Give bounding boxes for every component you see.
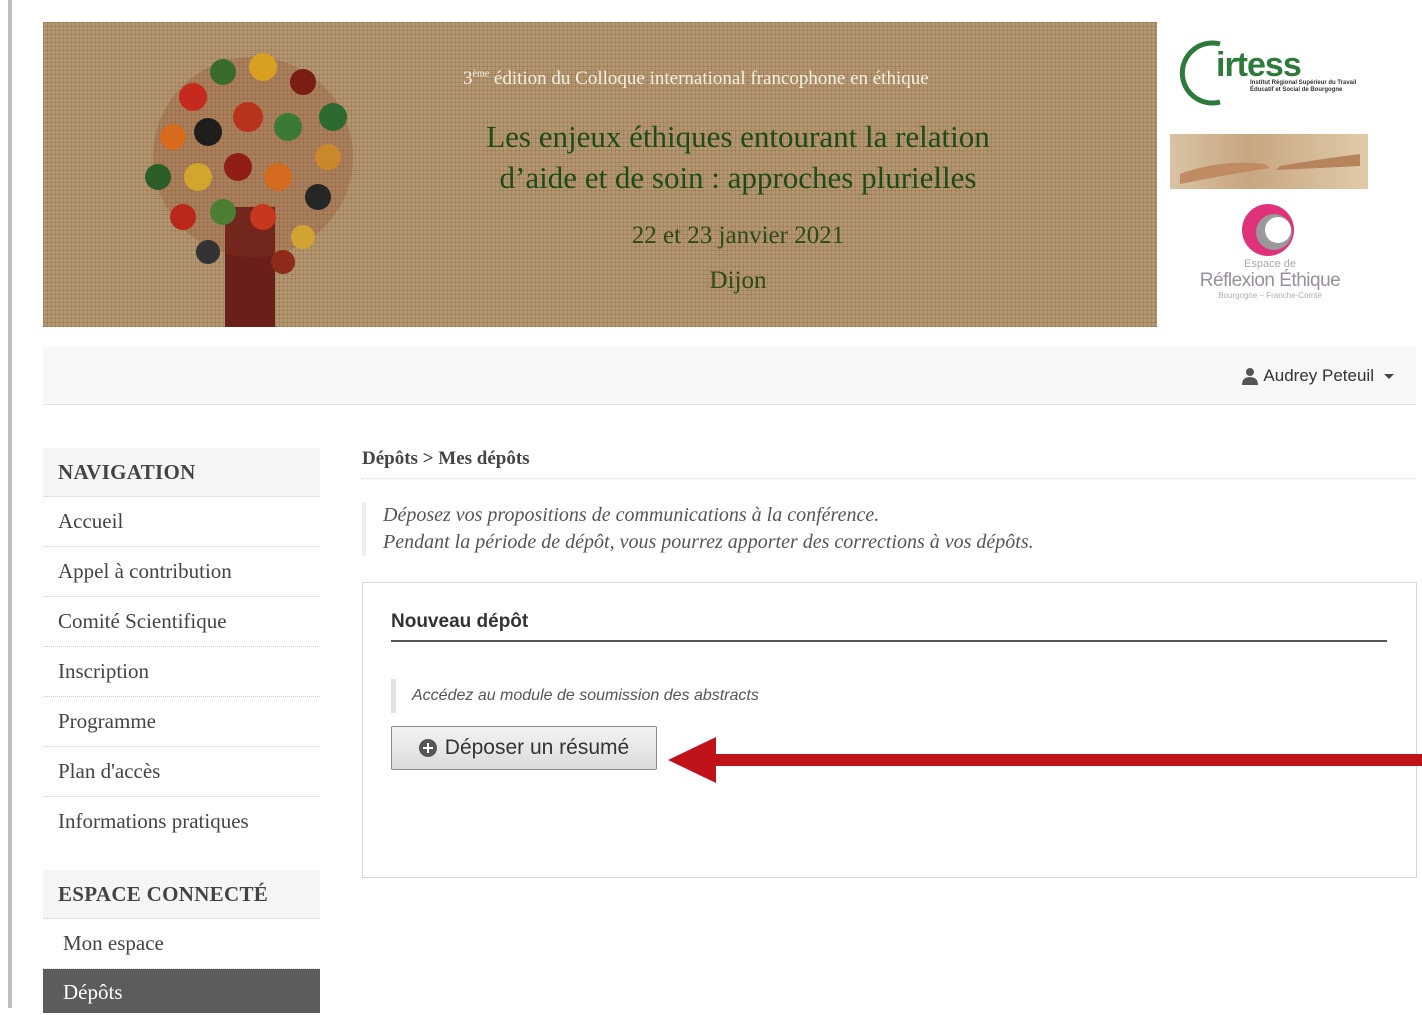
top-navbar: Audrey Peteuil bbox=[43, 347, 1416, 405]
sidebar-item-informations-pratiques[interactable]: Informations pratiques bbox=[43, 797, 320, 846]
conference-city: Dijon bbox=[709, 267, 767, 294]
submit-abstract-button[interactable]: Déposer un résumé bbox=[391, 726, 657, 770]
conference-title: Les enjeux éthiques entourant la relatio… bbox=[443, 116, 1033, 198]
sidebar-item-comite-scientifique[interactable]: Comité Scientifique bbox=[43, 597, 320, 647]
irtess-logo: irtess Institut Régional Supérieur du Tr… bbox=[1172, 36, 1372, 112]
page-left-border bbox=[8, 0, 12, 1008]
conference-dates: 22 et 23 janvier 2021 bbox=[631, 222, 845, 249]
sidebar: NAVIGATION Accueil Appel à contribution … bbox=[43, 448, 320, 1013]
sidebar-item-depots[interactable]: Dépôts bbox=[43, 969, 320, 1013]
hands-tree-illustration bbox=[145, 53, 353, 327]
user-icon bbox=[1242, 368, 1259, 385]
intro-note: Déposez vos propositions de communicatio… bbox=[362, 502, 1413, 556]
sidebar-item-mon-espace[interactable]: Mon espace bbox=[43, 919, 320, 969]
reaching-hands-image bbox=[1180, 154, 1360, 184]
intro-note-line-1: Déposez vos propositions de communicatio… bbox=[383, 504, 880, 526]
creation-hands-logo bbox=[1170, 134, 1368, 189]
red-arrow-annotation bbox=[668, 737, 1422, 783]
sidebar-item-accueil[interactable]: Accueil bbox=[43, 497, 320, 547]
plus-circle-icon bbox=[418, 739, 437, 757]
conference-banner: 3ème édition du Colloque international f… bbox=[43, 22, 1157, 327]
breadcrumb: Dépôts > Mes dépôts bbox=[362, 448, 1416, 479]
submit-abstract-label: Déposer un résumé bbox=[444, 736, 630, 759]
navigation-heading: NAVIGATION bbox=[43, 448, 320, 497]
title-line-2: d’aide et de soin : approches plurielles bbox=[499, 160, 977, 195]
espace-connecte-heading: ESPACE CONNECTÉ bbox=[43, 870, 320, 919]
user-menu[interactable]: Audrey Peteuil bbox=[1241, 366, 1394, 386]
sidebar-item-inscription[interactable]: Inscription bbox=[43, 647, 320, 697]
sidebar-item-plan-acces[interactable]: Plan d'accès bbox=[43, 747, 320, 797]
title-line-1: Les enjeux éthiques entourant la relatio… bbox=[486, 119, 990, 154]
panel-note: Accédez au module de soumission des abst… bbox=[391, 679, 759, 713]
edition-line: 3ème édition du Colloque international f… bbox=[463, 68, 929, 89]
reflexion-ethique-logo: Espace de Réflexion Éthique Bourgogne – … bbox=[1195, 200, 1345, 305]
speech-bubble-icon bbox=[1242, 204, 1294, 256]
new-submission-panel: Nouveau dépôt Accédez au module de soumi… bbox=[362, 582, 1417, 878]
chevron-down-icon bbox=[1384, 373, 1394, 379]
sidebar-item-appel-contribution[interactable]: Appel à contribution bbox=[43, 547, 320, 597]
sidebar-item-programme[interactable]: Programme bbox=[43, 697, 320, 747]
panel-title: Nouveau dépôt bbox=[391, 611, 1387, 642]
user-name: Audrey Peteuil bbox=[1263, 366, 1374, 385]
intro-note-line-2: Pendant la période de dépôt, vous pourre… bbox=[383, 531, 1034, 553]
